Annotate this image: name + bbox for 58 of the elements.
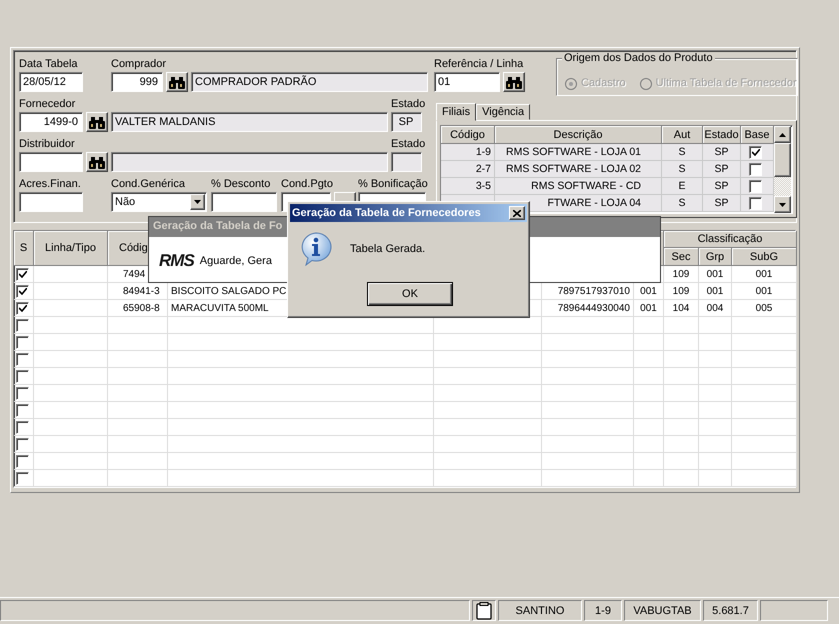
column-header: Descrição (495, 126, 662, 144)
field-label: Data Tabela (19, 58, 79, 72)
table-cell: SP (703, 195, 741, 212)
dialog-message: Aguarde, Gera (200, 255, 272, 267)
table-cell: 109 (664, 266, 699, 283)
table-cell: 1-9 (441, 144, 495, 161)
field-label: Distribuidor (19, 138, 76, 152)
column-header: Aut (662, 126, 703, 144)
field-label: % Desconto (211, 178, 272, 192)
dialog-message: Tabela Gerada. (350, 243, 426, 255)
table-cell: S (662, 144, 703, 161)
table-cell: 2-7 (441, 161, 495, 178)
table-cell: 001 (699, 266, 732, 283)
table-cell: 109 (664, 283, 699, 300)
column-header: SubG (732, 248, 797, 266)
column-header: Linha/Tipo (34, 231, 108, 266)
column-header: Grp (699, 248, 732, 266)
table-cell: 65908-8 (108, 300, 168, 317)
table-cell: 005 (732, 300, 797, 317)
table-cell: RMS SOFTWARE - CD (495, 178, 662, 195)
group-title: Origem dos Dados do Produto (562, 52, 715, 65)
table-cell: SP (703, 178, 741, 195)
column-header: Base (741, 126, 774, 144)
field-label: Comprador (111, 58, 168, 72)
table-cell: 001 (732, 266, 797, 283)
column-header: Código (441, 126, 495, 144)
column-header: Sec (664, 248, 699, 266)
buyer-name-field: COMPRADOR PADRÃO (191, 72, 428, 92)
table-cell: E (662, 178, 703, 195)
column-header: S (14, 231, 34, 266)
field-label: Referência / Linha (434, 58, 524, 72)
table-cell: RMS SOFTWARE - LOJA 02 (495, 161, 662, 178)
field-label: Cond.Pgto (281, 178, 334, 192)
state-field: SP (391, 112, 422, 132)
status-text: 1-9 (595, 604, 611, 616)
table-cell: RMS SOFTWARE - LOJA 01 (495, 144, 662, 161)
table-cell: 104 (664, 300, 699, 317)
dialog-title: Geração da Tabela de Fornecedores (292, 207, 481, 219)
status-text: SANTINO (516, 604, 564, 616)
name-field: VALTER MALDANIS (111, 112, 388, 132)
table-cell: S (662, 161, 703, 178)
table-cell: 7896444930040 (542, 300, 634, 317)
table-cell: SP (703, 144, 741, 161)
field-label: Fornecedor (19, 98, 76, 112)
table-cell: S (662, 195, 703, 212)
field-label: Acres.Finan. (19, 178, 82, 192)
field-label: % Bonificação (358, 178, 428, 192)
column-header: Estado (703, 126, 741, 144)
table-cell: 001 (634, 300, 664, 317)
status-text: VABUGTAB (633, 604, 692, 616)
table-cell: 001 (699, 283, 732, 300)
status-text: 5.681.7 (712, 604, 749, 616)
table-cell: 3-5 (441, 178, 495, 195)
table-cell: 004 (699, 300, 732, 317)
table-cell: SP (703, 161, 741, 178)
table-cell: 001 (732, 283, 797, 300)
column-header: Classificação (664, 231, 797, 248)
field-label: Cond.Genérica (111, 178, 186, 192)
